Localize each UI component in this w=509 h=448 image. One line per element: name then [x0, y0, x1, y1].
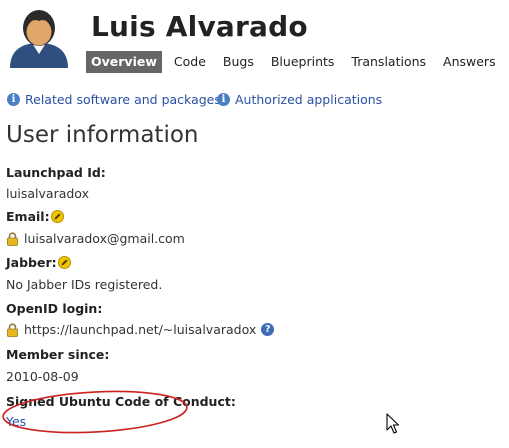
annotation-circle [2, 390, 188, 434]
tab-answers[interactable]: Answers [438, 51, 501, 73]
email-value: luisalvaradox@gmail.com [24, 231, 185, 246]
pencil-edit-icon[interactable] [57, 256, 71, 269]
tab-overview[interactable]: Overview [86, 50, 162, 73]
section-title: User information [6, 122, 199, 148]
member-since-value: 2010-08-09 [6, 369, 79, 384]
related-software-label: Related software and packages [25, 92, 221, 107]
avatar [6, 6, 72, 68]
email-label-text: Email: [6, 209, 50, 224]
padlock-icon [7, 322, 18, 337]
authorized-applications-link[interactable]: i Authorized applications [217, 92, 382, 107]
tab-translations[interactable]: Translations [346, 51, 431, 73]
launchpad-id-value: luisalvaradox [6, 186, 89, 201]
tab-bar: Overview Code Bugs Blueprints Translatio… [86, 50, 508, 73]
openid-label: OpenID login: [6, 301, 102, 316]
email-value-row: luisalvaradox@gmail.com [6, 231, 185, 246]
user-avatar-icon [10, 10, 68, 68]
jabber-label: Jabber: [6, 255, 71, 270]
member-since-label-text: Member since: [6, 347, 110, 362]
member-since-label: Member since: [6, 347, 109, 362]
padlock-icon [7, 231, 18, 246]
mouse-pointer-icon [386, 413, 400, 434]
pencil-edit-icon[interactable] [50, 210, 64, 223]
profile-name: Luis Alvarado [91, 10, 308, 43]
authorized-applications-label: Authorized applications [235, 92, 383, 107]
tab-bugs[interactable]: Bugs [218, 51, 259, 73]
openid-label-text: OpenID login: [6, 301, 103, 316]
info-icon: i [7, 93, 20, 106]
email-label: Email: [6, 209, 64, 224]
question-help-icon[interactable]: ? [261, 323, 275, 336]
info-icon: i [217, 93, 230, 106]
launchpad-id-label-text: Launchpad Id: [6, 165, 106, 180]
jabber-label-text: Jabber: [6, 255, 57, 270]
tab-blueprints[interactable]: Blueprints [266, 51, 340, 73]
launchpad-id-label: Launchpad Id: [6, 165, 106, 180]
openid-value: https://launchpad.net/~luisalvaradox [24, 322, 257, 337]
tab-code[interactable]: Code [169, 51, 211, 73]
jabber-value: No Jabber IDs registered. [6, 277, 163, 292]
related-software-link[interactable]: i Related software and packages [7, 92, 221, 107]
openid-value-row: https://launchpad.net/~luisalvaradox ? [6, 322, 275, 337]
